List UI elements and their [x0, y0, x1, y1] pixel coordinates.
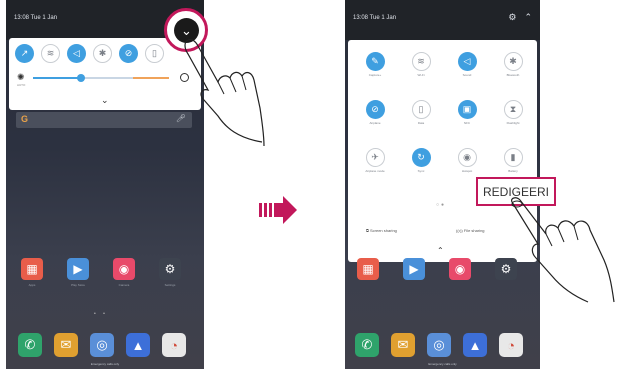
- brightness-icon: ✺: [17, 72, 25, 82]
- google-icon: G: [21, 114, 29, 124]
- screen-sharing-item[interactable]: ⧉ Screen sharing: [366, 228, 397, 233]
- file-sharing-item[interactable]: ((•)) File sharing: [456, 228, 485, 233]
- tile-label: Capture+: [368, 73, 382, 77]
- quick-tile-10[interactable]: ◉ Hotspot: [457, 148, 477, 173]
- quick-tile-11[interactable]: ▮ Battery: [503, 148, 523, 173]
- quick-tile-3[interactable]: ✱: [93, 44, 112, 63]
- tile-label: Sound: [462, 73, 472, 77]
- tile-icon: ≋: [411, 52, 431, 71]
- app-icon-2[interactable]: ◉: [449, 258, 471, 280]
- tile-icon: ✎: [365, 52, 385, 71]
- app-label: Settings: [164, 283, 176, 287]
- phone-screen-before: 13:08 Tue 1 Jan ↗ ≋ ◁ ✱ ⊘ ▯ ✺ AUTO ⌄ G 🎤︎ ▦ Ap…: [6, 0, 204, 369]
- brightness-slider[interactable]: [33, 74, 169, 82]
- quick-tile-9[interactable]: ↻ Sync: [411, 148, 431, 173]
- tile-icon: ▮: [503, 148, 523, 167]
- emergency-text: Emergency calls only: [90, 362, 120, 366]
- quick-tile-8[interactable]: ✈ Airplane mode: [365, 148, 385, 173]
- app-icon-0[interactable]: ▦: [357, 258, 379, 280]
- tile-icon: ⊘: [365, 100, 385, 119]
- next-step-arrow-icon: [259, 196, 297, 224]
- quick-tile-1[interactable]: ≋ Wi-Fi: [411, 52, 431, 77]
- screen-sharing-label: Screen sharing: [369, 228, 397, 233]
- quick-tile-5[interactable]: ▯ Data: [411, 100, 431, 125]
- tile-label: Bluetooth: [506, 73, 520, 77]
- tile-icon: ◉: [457, 148, 477, 167]
- quick-settings-panel-collapsed: ↗ ≋ ◁ ✱ ⊘ ▯ ✺ AUTO ⌄: [9, 38, 201, 110]
- app-icon-2[interactable]: ◉: [113, 258, 135, 280]
- quick-tile-4[interactable]: ⊘ Airplane: [365, 100, 385, 125]
- dock-app-2[interactable]: ◎: [427, 333, 451, 357]
- quick-tile-2[interactable]: ◁: [67, 44, 86, 63]
- gear-icon[interactable]: ⚙: [508, 12, 516, 23]
- quick-tile-0[interactable]: ↗: [15, 44, 34, 63]
- tile-label: Airplane: [369, 121, 381, 125]
- app-label: Camera: [118, 283, 130, 287]
- tile-label: Flashlight: [506, 121, 520, 125]
- status-icons: ⚙ ⌃: [508, 12, 532, 23]
- quick-tile-7[interactable]: ⧗ Flashlight: [503, 100, 523, 125]
- quick-tile-1[interactable]: ≋: [41, 44, 60, 63]
- instruction-figure: 13:08 Tue 1 Jan ↗ ≋ ◁ ✱ ⊘ ▯ ✺ AUTO ⌄ G 🎤︎ ▦ Ap…: [0, 0, 619, 369]
- pointing-hand-illustration: [184, 38, 265, 147]
- tile-icon: ▣: [457, 100, 477, 119]
- tile-label: Wi-Fi: [417, 73, 425, 77]
- app-label: Play Store: [71, 283, 85, 287]
- status-time: 13:08 Tue 1 Jan: [353, 15, 397, 21]
- app-icon-0[interactable]: ▦: [21, 258, 43, 280]
- tile-label: NFC: [463, 121, 471, 125]
- slider-thumb[interactable]: [76, 74, 85, 82]
- tile-label: Hotspot: [461, 169, 473, 173]
- quick-tile-6[interactable]: ▣ NFC: [457, 100, 477, 125]
- tile-icon: ▯: [411, 100, 431, 119]
- quick-tile-3[interactable]: ✱ Bluetooth: [503, 52, 523, 77]
- dock-app-4[interactable]: ◔: [499, 333, 523, 357]
- app-label: Apps: [28, 283, 36, 287]
- tile-label: Battery: [508, 169, 518, 173]
- tile-icon: ✈: [365, 148, 385, 167]
- tile-icon: ✱: [503, 52, 523, 71]
- dock-app-2[interactable]: ◎: [90, 333, 114, 357]
- page-indicator: ○●: [436, 202, 447, 208]
- quick-tiles-row: ↗ ≋ ◁ ✱ ⊘ ▯: [15, 44, 164, 63]
- status-time: 13:08 Tue 1 Jan: [14, 15, 58, 21]
- screen-share-icon: ⧉: [366, 228, 369, 233]
- quick-tile-5[interactable]: ▯: [145, 44, 164, 63]
- dock-app-0[interactable]: ✆: [18, 333, 42, 357]
- quick-tile-4[interactable]: ⊘: [119, 44, 138, 63]
- file-share-icon: ((•)): [456, 228, 463, 233]
- tile-icon: ⧗: [503, 100, 523, 119]
- dock-app-3[interactable]: ▲: [463, 333, 487, 357]
- slider-segment: [133, 77, 169, 79]
- emergency-text: Emergency calls only: [428, 362, 457, 366]
- chevron-up-icon[interactable]: ⌃: [524, 12, 532, 23]
- slider-fill: [33, 77, 81, 79]
- app-icon-3[interactable]: ⚙: [159, 258, 181, 280]
- dock-app-0[interactable]: ✆: [355, 333, 379, 357]
- dock-app-3[interactable]: ▲: [126, 333, 150, 357]
- collapse-caret-icon[interactable]: ⌃: [437, 246, 444, 255]
- auto-label: AUTO: [17, 83, 26, 87]
- dock-app-1[interactable]: ✉: [391, 333, 415, 357]
- file-sharing-label: File sharing: [463, 228, 485, 233]
- pointing-hand-illustration: [511, 197, 615, 303]
- tile-label: Airplane mode: [365, 169, 385, 173]
- dock-app-4[interactable]: ◔: [162, 333, 186, 357]
- app-icon-1[interactable]: ▶: [67, 258, 89, 280]
- quick-tile-0[interactable]: ✎ Capture+: [365, 52, 385, 77]
- search-bar[interactable]: G 🎤︎: [16, 112, 192, 128]
- tile-icon: ↻: [411, 148, 431, 167]
- tile-label: Sync: [417, 169, 425, 173]
- expand-caret-icon[interactable]: ⌄: [101, 95, 109, 106]
- brightness-row: ✺ AUTO: [17, 71, 193, 87]
- dock-app-1[interactable]: ✉: [54, 333, 78, 357]
- quick-tile-2[interactable]: ◁ Sound: [457, 52, 477, 77]
- status-bar: 13:08 Tue 1 Jan ⚙ ⌃: [345, 0, 540, 40]
- tile-label: Data: [417, 121, 425, 125]
- page-indicator: • •: [94, 311, 108, 317]
- app-icon-1[interactable]: ▶: [403, 258, 425, 280]
- tile-icon: ◁: [457, 52, 477, 71]
